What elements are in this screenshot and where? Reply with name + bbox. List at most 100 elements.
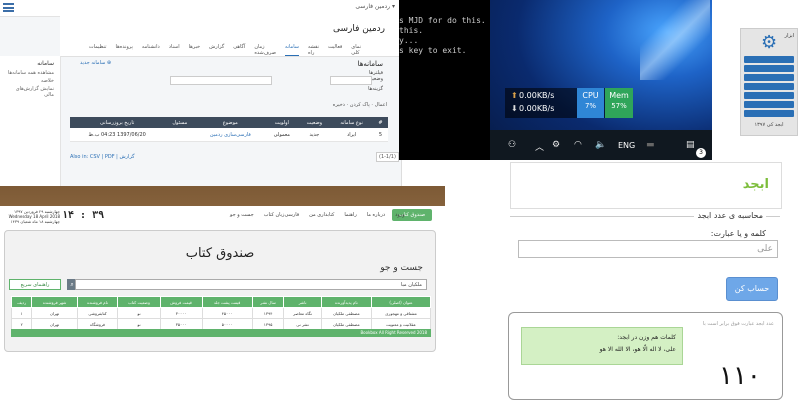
- cell: ایراد: [330, 128, 373, 142]
- menu-item[interactable]: دانشنامه: [142, 44, 160, 56]
- result-hint: عدد ابجد عبارت فوق برابر است با: [702, 321, 774, 327]
- menu-item[interactable]: فعالیت: [328, 44, 342, 56]
- equivalent-words: علی، لا اله الّا هو، الا الله الا هو: [599, 346, 676, 353]
- cell: ۴۵۰۰۰: [201, 307, 253, 319]
- nav-link[interactable]: راهنما: [344, 212, 356, 218]
- quick-guide-button[interactable]: راهنمای سریع: [9, 279, 61, 290]
- col-header[interactable]: ناشر: [283, 296, 322, 308]
- issues-table: # نوع سامانه وضعیت اولویت موضوع مسئول تا…: [70, 117, 388, 142]
- menu-item[interactable]: اسناد: [169, 44, 180, 56]
- col-header[interactable]: ردیف: [10, 296, 33, 308]
- cpu-value: 7%: [584, 102, 597, 110]
- col-header[interactable]: وضعیت کتاب: [117, 296, 161, 308]
- notification-icon[interactable]: ▤: [686, 140, 695, 150]
- table-footer-bar: Bookbox All Right Reserved 2018: [11, 329, 431, 337]
- menu-item[interactable]: نقشه راه: [308, 44, 319, 56]
- sidebar-link[interactable]: مشاهده همه سامانه‌ها: [0, 69, 60, 77]
- col-header[interactable]: نام فروشنده: [76, 296, 119, 308]
- equivalent-words-title: کلمات هم وزن در ابجد:: [617, 334, 676, 341]
- widget-option-button[interactable]: [744, 74, 794, 81]
- table-row[interactable]: مشتاقی و مهجوری مصطفی ملکیان نگاه معاصر …: [10, 307, 431, 319]
- menu-item-active[interactable]: سامانه: [284, 44, 299, 56]
- col-header[interactable]: مسئول: [164, 117, 196, 128]
- mem-label: Mem: [609, 91, 629, 100]
- save-button[interactable]: ذخیره: [333, 102, 345, 108]
- taskbar: ⚇ ︿ ⚙ ◠ 🔈 ENG ▬ ▤ 3: [490, 130, 712, 160]
- cell: ۳۵۰۰۰: [159, 318, 203, 330]
- menu-item[interactable]: نمای کلی: [351, 44, 361, 56]
- menu-item[interactable]: پرونده‌ها: [116, 44, 133, 56]
- col-header[interactable]: #: [372, 117, 388, 128]
- search-input[interactable]: ملکیان مبا: [75, 279, 427, 290]
- windows-desktop: ⬆0.00KB/s ⬇0.00KB/s CPU 7% Mem 57% ⚇ ︿ ⚙…: [490, 0, 712, 160]
- col-header[interactable]: قیمت فروش: [159, 296, 203, 308]
- operator-select[interactable]: [330, 76, 372, 85]
- cell: 5: [372, 128, 388, 142]
- cms-topbar: ▾ ردمین فارسی: [0, 0, 401, 17]
- app-tray-icon[interactable]: ⚙: [552, 140, 560, 150]
- col-header[interactable]: تاریخ بروزرسانی: [70, 117, 165, 128]
- site-name[interactable]: ردمین فارسی: [333, 24, 385, 34]
- menu-item[interactable]: تنظیمات: [89, 44, 107, 56]
- widget-option-button[interactable]: [744, 101, 794, 108]
- chevron-up-icon[interactable]: ︿: [535, 140, 544, 153]
- col-header[interactable]: وضعیت: [298, 117, 331, 128]
- col-header[interactable]: موضوع: [195, 117, 266, 128]
- col-header[interactable]: اولویت: [265, 117, 299, 128]
- nav-link[interactable]: درباره ما: [367, 212, 385, 218]
- menu-item[interactable]: خبرها: [189, 44, 201, 56]
- form-legend: محاسبه ی عدد ابجد: [694, 211, 766, 220]
- widget-option-button[interactable]: [744, 56, 794, 63]
- widget-option-button[interactable]: [744, 65, 794, 72]
- calculate-button[interactable]: حساب کن: [726, 277, 778, 301]
- widget-option-button[interactable]: [744, 110, 794, 117]
- language-indicator[interactable]: ENG: [618, 141, 635, 150]
- export-links[interactable]: Also in: CSV | PDF | گزارش: [70, 154, 135, 160]
- col-header[interactable]: سال نشر: [251, 296, 285, 308]
- project-menu: نمای کلی فعالیت نقشه راه سامانه زمان صرف…: [89, 44, 361, 56]
- abjad-form: محاسبه ی عدد ابجد کلمه و یا عبارت: علی ح…: [510, 211, 780, 305]
- col-header[interactable]: شهر فروشنده: [31, 296, 78, 308]
- table-row[interactable]: 5 ایراد جدید معمولی فارسی‌سازی ردمین 139…: [70, 128, 388, 142]
- cell: ۲: [10, 318, 33, 330]
- date-line: چهارشنبه ۱۸ ماه شعبان ۱۴۳۹: [10, 219, 60, 224]
- nav-link[interactable]: کتابداری من: [309, 212, 334, 218]
- nav-link[interactable]: فارسی‌زبان کتاب: [264, 212, 299, 218]
- phrase-input[interactable]: علی: [518, 240, 778, 258]
- clear-button[interactable]: پاک کردن: [350, 102, 370, 108]
- mem-meter: Mem 57%: [605, 88, 633, 118]
- menu-item[interactable]: آگاهی: [233, 44, 245, 56]
- new-issue-link[interactable]: ⊕ سامانه جدید: [80, 60, 111, 66]
- status-select[interactable]: [170, 76, 272, 85]
- hamburger-menu-icon[interactable]: [3, 3, 14, 12]
- volume-icon[interactable]: 🔈: [595, 140, 606, 150]
- cell: مشتاقی و مهجوری: [371, 307, 431, 319]
- nav-link[interactable]: جست و جو: [230, 212, 254, 218]
- widget-option-button[interactable]: [744, 92, 794, 99]
- issue-link[interactable]: فارسی‌سازی ردمین: [195, 128, 266, 142]
- widget-option-button[interactable]: [744, 83, 794, 90]
- cpu-meter: CPU 7%: [577, 88, 604, 118]
- abjad-widget: ⚙ ابزار ابجد کی ۱۳۹۷: [740, 28, 798, 136]
- menu-item[interactable]: گزارش: [209, 44, 224, 56]
- mem-value: 57%: [611, 102, 627, 110]
- cell: تهران: [31, 307, 78, 319]
- apply-button[interactable]: اعمال: [375, 102, 387, 108]
- pagination[interactable]: (1-1/1): [376, 152, 399, 162]
- sidebar-link[interactable]: خلاصه: [0, 77, 60, 85]
- wifi-icon[interactable]: ◠: [574, 140, 582, 150]
- net-monitor-widget[interactable]: ⬆0.00KB/s ⬇0.00KB/s CPU 7% Mem 57%: [505, 88, 633, 118]
- user-menu[interactable]: ▾ ردمین فارسی: [355, 3, 395, 10]
- col-header[interactable]: نام پدیدآورنده: [320, 296, 373, 308]
- col-header[interactable]: عنوان (اصلی): [371, 296, 431, 308]
- menu-item[interactable]: زمان صرف‌شده: [254, 44, 276, 56]
- col-header[interactable]: نوع سامانه: [330, 117, 373, 128]
- clock-placeholder-icon[interactable]: ▬: [646, 140, 655, 150]
- col-header[interactable]: قیمت پشت جلد: [201, 296, 253, 308]
- nav-link[interactable]: ورود: [395, 212, 404, 218]
- notification-badge: 3: [696, 148, 706, 158]
- cell: نو: [117, 307, 161, 319]
- table-row[interactable]: عقلانیت و معنویت مصطفی ملکیان نشر نی ۱۳۹…: [10, 318, 431, 330]
- sidebar-link[interactable]: نمایش گزارش‌های مالی: [0, 85, 60, 99]
- people-icon[interactable]: ⚇: [508, 140, 516, 150]
